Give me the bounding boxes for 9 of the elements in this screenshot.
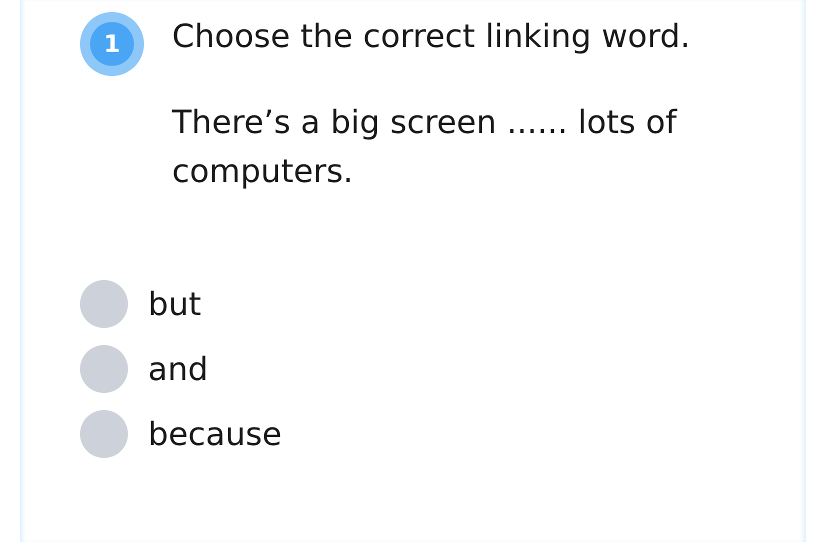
option-label[interactable]: but	[148, 284, 202, 322]
question-sentence: There’s a big screen ...... lots of computers.	[172, 102, 678, 192]
question-prompt: Choose the correct linking word.	[172, 16, 692, 57]
radio-button[interactable]	[80, 410, 128, 458]
option-label[interactable]: because	[148, 414, 282, 452]
question-number-badge: 1	[80, 12, 144, 76]
radio-button[interactable]	[80, 344, 128, 392]
option-label[interactable]: and	[148, 350, 208, 388]
radio-button[interactable]	[80, 280, 128, 328]
